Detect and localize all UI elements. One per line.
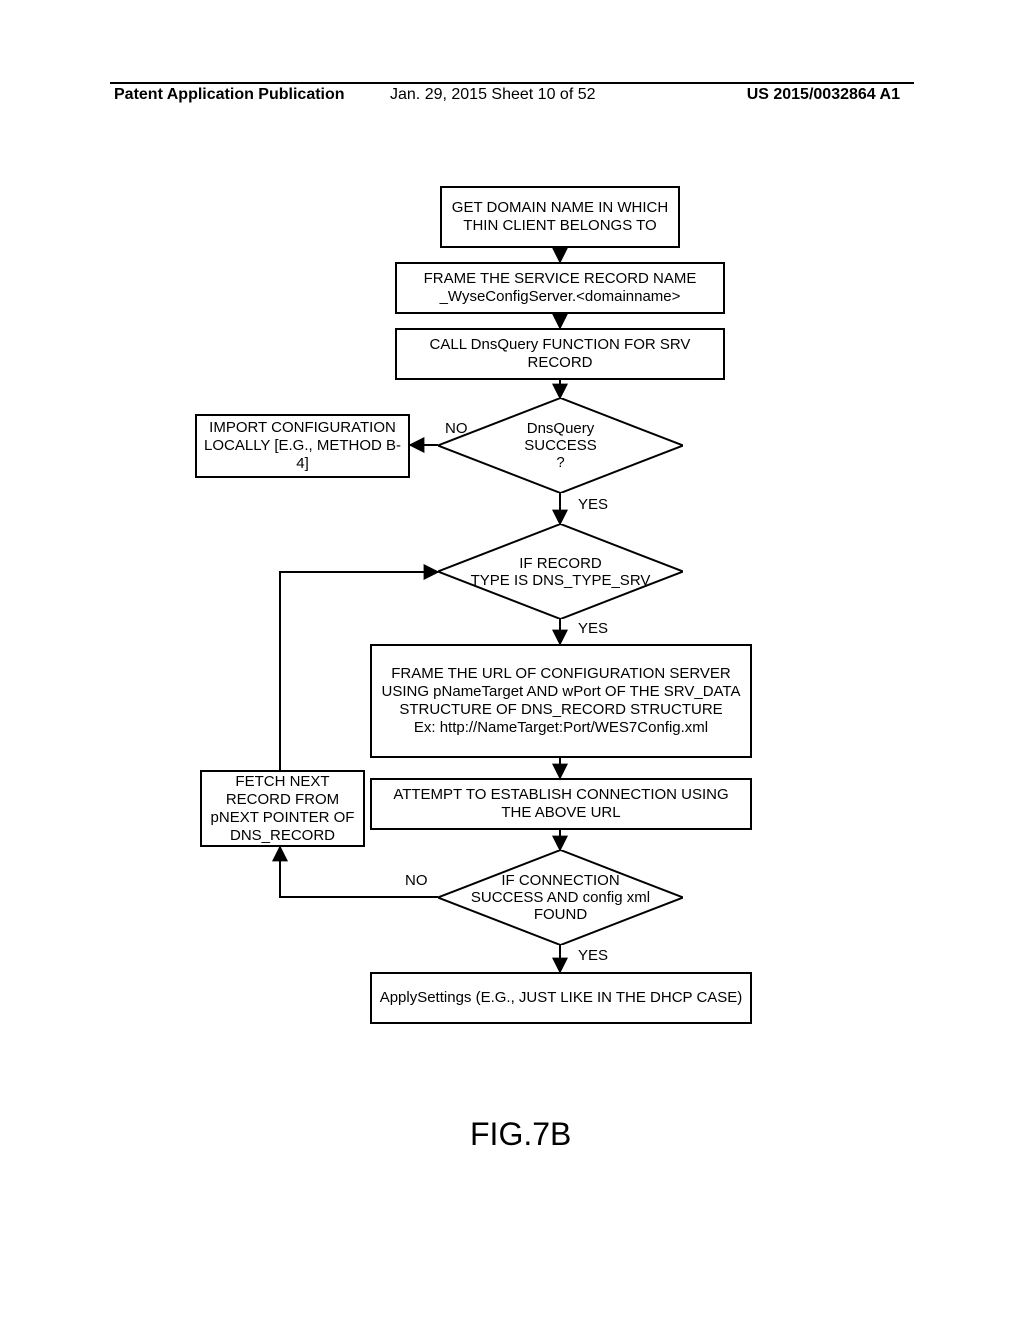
box-get-domain: GET DOMAIN NAME IN WHICH THIN CLIENT BEL…: [440, 186, 680, 248]
page: Patent Application Publication Jan. 29, …: [0, 0, 1024, 1320]
box-frame-srv-name: FRAME THE SERVICE RECORD NAME _WyseConfi…: [395, 262, 725, 314]
diamond-record-type-srv: IF RECORD TYPE IS DNS_TYPE_SRV: [438, 524, 683, 619]
label-no-d3: NO: [405, 872, 428, 889]
label-yes-d3: YES: [578, 947, 608, 964]
box-import-locally: IMPORT CONFIGURATION LOCALLY [E.G., METH…: [195, 414, 410, 478]
diamond-dnsquery-success: DnsQuery SUCCESS ?: [438, 398, 683, 493]
figure-label: FIG.7B: [470, 1116, 571, 1153]
diamond-d1-label: DnsQuery SUCCESS ?: [438, 420, 683, 472]
header-rule: [110, 82, 914, 84]
diamond-d3-label: IF CONNECTION SUCCESS AND config xml FOU…: [438, 872, 683, 924]
box-frame-url: FRAME THE URL OF CONFIGURATION SERVER US…: [370, 644, 752, 758]
diamond-connection-success: IF CONNECTION SUCCESS AND config xml FOU…: [438, 850, 683, 945]
header-right: US 2015/0032864 A1: [747, 86, 900, 104]
label-no-d1: NO: [445, 420, 468, 437]
header-mid: Jan. 29, 2015 Sheet 10 of 52: [390, 86, 596, 104]
box-call-dnsquery: CALL DnsQuery FUNCTION FOR SRV RECORD: [395, 328, 725, 380]
box-apply-settings: ApplySettings (E.G., JUST LIKE IN THE DH…: [370, 972, 752, 1024]
box-attempt-connection: ATTEMPT TO ESTABLISH CONNECTION USING TH…: [370, 778, 752, 830]
label-yes-d2: YES: [578, 620, 608, 637]
header-left: Patent Application Publication: [114, 86, 345, 104]
label-yes-d1: YES: [578, 496, 608, 513]
diamond-d2-label: IF RECORD TYPE IS DNS_TYPE_SRV: [438, 554, 683, 589]
box-fetch-next-record: FETCH NEXT RECORD FROM pNEXT POINTER OF …: [200, 770, 365, 847]
